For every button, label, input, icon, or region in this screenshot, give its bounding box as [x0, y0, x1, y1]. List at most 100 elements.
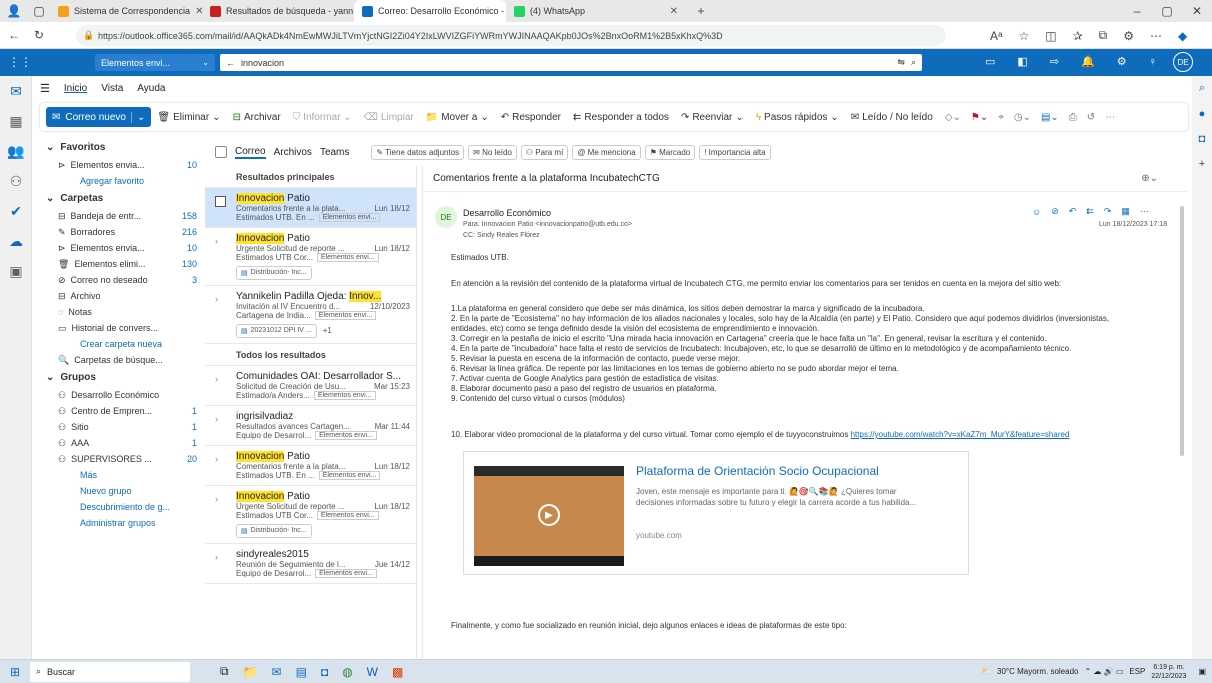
sweep-button[interactable]: ⌫ Limpiar — [358, 112, 420, 123]
more-attachments[interactable]: +1 — [323, 326, 332, 335]
read-unread-button[interactable]: ✉ Leído / No leído — [845, 112, 939, 123]
reply-button[interactable]: ↶ Responder — [495, 112, 567, 123]
scrollbar[interactable] — [1180, 206, 1184, 456]
filter-chip[interactable]: ✉ No leído — [468, 144, 517, 160]
folder-tag[interactable]: Elementos envi... — [315, 569, 377, 578]
task-view-icon[interactable]: ⧉ — [220, 664, 229, 679]
tab-archivos[interactable]: Archivos — [274, 147, 312, 158]
new-mail-button[interactable]: ✉ Correo nuevo ⌄ — [46, 107, 152, 127]
browser-tab[interactable]: Resultados de búsqueda - yann…✕ — [202, 0, 354, 22]
taskbar-search[interactable]: ⌕ Buscar — [30, 661, 190, 682]
todo-check-icon[interactable]: ✔ — [0, 196, 32, 226]
outlook-app-icon[interactable]: ◘ — [321, 665, 328, 679]
tab-actions-icon[interactable]: ▢ — [28, 4, 50, 18]
folder-item[interactable]: ⊟ Bandeja de entr... 158 — [40, 208, 205, 224]
attachment-chip[interactable]: ▤ Distribución- Inc... — [236, 266, 312, 280]
edge-icon[interactable]: ◍ — [342, 665, 352, 679]
chevron-right-icon[interactable]: › — [215, 552, 218, 562]
message-item[interactable]: › Innovacion Patio Comentarios frente a la… — [205, 446, 416, 486]
folder-item[interactable]: ⊳ Elementos envia... 10 — [40, 157, 205, 173]
outlook-icon[interactable]: ◘ — [1192, 126, 1212, 151]
snooze-icon[interactable]: ◷⌄ — [1014, 112, 1031, 123]
browser-tab[interactable]: (4) WhatsApp ✕ — [506, 0, 686, 22]
folder-picker[interactable]: Elementos envi... ⌄ — [95, 54, 215, 71]
apps-icon[interactable]: ▣ — [0, 256, 32, 286]
manage-groups-link[interactable]: Administrar grupos — [40, 515, 205, 531]
group-item[interactable]: ⚇ SUPERVISORES ... 20 — [40, 451, 205, 467]
groups-header[interactable]: ⌄ Grupos — [40, 368, 205, 387]
play-icon[interactable]: ▶ — [538, 504, 560, 526]
discover-groups-link[interactable]: Descubrimiento de g... — [40, 499, 205, 515]
folder-item[interactable]: ✎ Borradores 216 — [40, 224, 205, 240]
file-explorer-icon[interactable]: 📁 — [243, 665, 258, 679]
more-icon[interactable]: ⋯ — [1150, 29, 1162, 43]
more-ribbon-icon[interactable]: ⋯ — [1105, 112, 1115, 123]
tab-inicio[interactable]: Inicio — [64, 83, 87, 94]
tab-vista[interactable]: Vista — [101, 83, 123, 94]
folder-tag[interactable]: Elementos envi... — [318, 471, 381, 480]
link-preview-card[interactable]: ▶ Plataforma de Orientación Socio Ocupac… — [463, 451, 969, 575]
store-icon[interactable]: ▤ — [296, 665, 307, 679]
new-group-link[interactable]: Nuevo grupo — [40, 483, 205, 499]
tab-teams[interactable]: Teams — [320, 147, 349, 158]
filter-chip[interactable]: @ Me menciona — [572, 144, 641, 160]
folder-tag[interactable]: Elementos envi... — [315, 431, 377, 440]
chevron-right-icon[interactable]: › — [215, 454, 218, 464]
windows-start-icon[interactable]: ⊞ — [0, 665, 30, 679]
tab-correo[interactable]: Correo — [235, 146, 266, 159]
profile-icon[interactable]: 👤 — [0, 4, 28, 18]
filter-chip[interactable]: ! Importancia alta — [699, 144, 771, 160]
reply-all-button[interactable]: ⇇ Responder a todos — [567, 112, 675, 123]
split-screen-icon[interactable]: ◫ — [1045, 29, 1056, 43]
attachment-chip[interactable]: ▤ 20231012 DPI IV ... — [236, 324, 317, 338]
tab-ayuda[interactable]: Ayuda — [137, 83, 165, 94]
favorites-icon[interactable]: ✰ — [1073, 29, 1083, 43]
forward-button[interactable]: ↷ Reenviar ⌄ — [675, 112, 750, 123]
folder-item[interactable]: ⊳ Elementos envia... 10 — [40, 240, 205, 256]
url-bar[interactable]: 🔒 https://outlook.office365.com/mail/id/… — [76, 25, 946, 46]
copilot-icon[interactable]: ◆ — [1178, 29, 1187, 43]
search-icon[interactable]: ⌕ — [1192, 76, 1212, 101]
new-folder-link[interactable]: Crear carpeta nueva — [40, 336, 205, 352]
print-icon[interactable]: ⎙ — [1069, 112, 1077, 123]
message-item[interactable]: › Innovacion Patio Urgente Solicitud de re… — [205, 486, 416, 544]
notifications-icon[interactable]: 🔔 — [1081, 55, 1095, 68]
search-box[interactable]: ← innovacion ⇋ ⌕ — [220, 54, 922, 71]
search-folders-item[interactable]: 🔍 Carpetas de búsque... — [40, 352, 205, 368]
browser-tab[interactable]: Correo: Desarrollo Económico - …✕ — [354, 0, 506, 22]
user-avatar[interactable]: DE — [1173, 52, 1193, 72]
message-item[interactable]: › ingrisilvadiaz Resultados avances Cartag… — [205, 406, 416, 446]
favorite-star-icon[interactable]: ☆ — [1018, 29, 1029, 43]
group-item[interactable]: ⚇ Sitio 1 — [40, 419, 205, 435]
folder-tag[interactable]: Elementos envi... — [313, 391, 376, 400]
chevron-down-icon[interactable]: ⌄ — [130, 111, 145, 123]
group-item[interactable]: ⚇ Desarrollo Económico — [40, 387, 205, 403]
browser-tab[interactable]: Sistema de Correspondencia ✕ — [50, 0, 202, 22]
copilot-icon[interactable]: ● — [1192, 101, 1212, 126]
tray-icons[interactable]: ⌃ ☁ 🔊 ▭ — [1084, 667, 1123, 676]
chevron-right-icon[interactable]: › — [215, 374, 218, 384]
groups-icon[interactable]: ⚇ — [0, 166, 32, 196]
forward-icon[interactable]: ↷ — [1104, 206, 1112, 217]
youtube-link[interactable]: https://youtube.com/watch?v=xKaZ7m_MurY&… — [851, 430, 1070, 439]
reaction-icon[interactable]: ⊘ — [1051, 206, 1059, 217]
quick-steps-button[interactable]: ϟ Pasos rápidos ⌄ — [750, 112, 845, 123]
filter-chip[interactable]: ⚑ Marcado — [644, 144, 696, 160]
favorites-header[interactable]: ⌄ Favoritos — [40, 138, 205, 157]
chevron-right-icon[interactable]: › — [215, 494, 218, 504]
language-indicator[interactable]: ESP — [1129, 667, 1145, 676]
message-item[interactable]: › sindyreales2015 Reunión de Seguimiento d… — [205, 544, 416, 584]
folder-item[interactable]: ⊟ Archivo — [40, 288, 205, 304]
more-groups-link[interactable]: Más — [40, 467, 205, 483]
teams-icon[interactable]: ◧ — [1017, 55, 1027, 68]
folder-tag[interactable]: Elementos envi... — [316, 511, 379, 520]
policy-icon[interactable]: ▤⌄ — [1041, 112, 1059, 123]
folder-item[interactable]: ⊘ Correo no deseado 3 — [40, 272, 205, 288]
mail-app-icon[interactable]: ✉ — [272, 665, 282, 679]
hamburger-icon[interactable]: ☰ — [40, 82, 50, 95]
table-icon[interactable]: ▦ — [1121, 206, 1130, 217]
folder-tag[interactable]: Elementos envi... — [318, 213, 381, 222]
mail-icon[interactable]: ✉ — [0, 76, 32, 106]
reload-icon[interactable]: ↻ — [34, 28, 44, 42]
more-icon[interactable]: ⋯ — [1140, 206, 1149, 217]
